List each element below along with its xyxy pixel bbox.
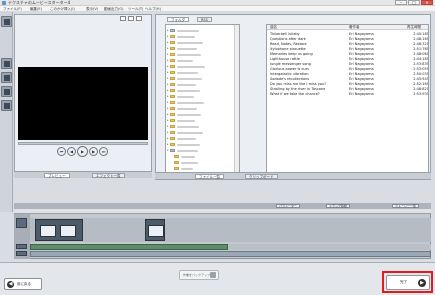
back-arrow-icon: ◀ bbox=[7, 281, 14, 288]
file-list: 曲名 著作者 再生時間 Tinkerbell lullaby Eri Nagaya… bbox=[266, 24, 429, 174]
tab-preview[interactable]: プレビュー bbox=[44, 173, 70, 178]
effects-icon bbox=[4, 61, 10, 67]
skip-forward-icon: ⏭ bbox=[101, 149, 106, 154]
tree-item[interactable]: ▸ bbox=[166, 142, 239, 147]
back-button[interactable]: ◀ 前に戻る bbox=[4, 278, 42, 290]
drag-move-button[interactable]: ドラッグ移動 bbox=[326, 204, 351, 208]
tree-item[interactable]: ▸ bbox=[166, 118, 239, 123]
column-artist[interactable]: 著作者 bbox=[349, 25, 360, 30]
parameter-button[interactable]: パラメーター bbox=[276, 204, 300, 208]
play-icon: ▶ bbox=[80, 149, 85, 154]
rail-edit-button[interactable] bbox=[1, 16, 12, 27]
story-list-button[interactable]: ストーリー一覧 bbox=[392, 204, 420, 208]
minimize-button[interactable]: – bbox=[395, 0, 407, 5]
bgm-track-icon bbox=[16, 251, 27, 256]
tree-item[interactable]: ▸ bbox=[166, 40, 239, 45]
tree-item[interactable]: ▸ bbox=[166, 46, 239, 51]
backup-button-label: 作業をバックアップ bbox=[183, 273, 211, 277]
tree-item[interactable]: ▸ bbox=[166, 76, 239, 81]
rail-transition-button[interactable] bbox=[1, 86, 12, 97]
rail-effects-button[interactable] bbox=[1, 58, 12, 69]
preview-tabs: プレビュー エフェクト一覧 bbox=[14, 171, 152, 178]
clip-thumbnail bbox=[40, 225, 56, 237]
preview-zoom-button[interactable] bbox=[120, 16, 126, 21]
tree-item[interactable]: ▸ bbox=[166, 52, 239, 57]
tree-item[interactable]: ▸ bbox=[166, 130, 239, 135]
tree-item[interactable] bbox=[166, 166, 239, 171]
seek-bar[interactable] bbox=[18, 142, 148, 145]
tree-item[interactable]: ▸ bbox=[166, 34, 239, 39]
tree-item[interactable]: ▸ bbox=[166, 124, 239, 129]
video-clip[interactable] bbox=[35, 219, 83, 241]
skip-forward-button[interactable]: ⏭ bbox=[99, 147, 108, 156]
preview-fit-button[interactable] bbox=[128, 16, 134, 21]
tab-clipboard[interactable]: クリップボード bbox=[245, 174, 278, 179]
tree-item[interactable]: ▸ bbox=[166, 112, 239, 117]
audio-track-empty[interactable] bbox=[228, 244, 431, 250]
tab-rss[interactable]: RSS bbox=[197, 17, 212, 22]
tree-item[interactable]: ▸ bbox=[166, 100, 239, 105]
back-button-label: 前に戻る bbox=[17, 282, 31, 286]
tab-file-list[interactable]: ファイル一覧 bbox=[195, 174, 224, 179]
video-clip[interactable] bbox=[145, 219, 165, 241]
rewind-button[interactable]: ◀ bbox=[67, 147, 76, 156]
play-button[interactable]: ▶ bbox=[77, 146, 88, 157]
tree-item[interactable]: ▸ bbox=[166, 70, 239, 75]
video-preview bbox=[18, 67, 148, 140]
maximize-button[interactable]: □ bbox=[408, 0, 420, 5]
video-track[interactable] bbox=[30, 218, 431, 242]
tree-scrollbar[interactable] bbox=[234, 25, 239, 173]
backup-icon bbox=[210, 272, 216, 278]
film-icon bbox=[4, 19, 10, 25]
tree-item[interactable]: ▸ bbox=[166, 88, 239, 93]
tree-item[interactable]: ▾ bbox=[166, 148, 239, 153]
folder-tree[interactable]: ▸ ▸ ▸ ▸ ▸ ▸ ▸ ▸ ▸ ▸ ▸ ▸ ▸ ▸ ▸ ▸ ▸ ▸ ▸ ▸ … bbox=[165, 24, 240, 174]
browser-top-tabs: フォルダ RSS bbox=[157, 16, 247, 22]
rail-audio-button[interactable] bbox=[1, 100, 12, 111]
close-button[interactable]: ✕ bbox=[421, 0, 433, 5]
column-name[interactable]: 曲名 bbox=[270, 25, 277, 30]
tab-folder[interactable]: フォルダ bbox=[167, 17, 189, 22]
track-headers bbox=[14, 214, 30, 259]
forward-button[interactable]: ▶ bbox=[89, 147, 98, 156]
clip-thumbnail bbox=[148, 225, 164, 237]
audio-track-icon bbox=[16, 244, 27, 249]
tree-item[interactable] bbox=[166, 154, 239, 159]
next-arrow-icon: ▶ bbox=[418, 279, 426, 287]
tree-item[interactable]: ▸ bbox=[166, 82, 239, 87]
rewind-icon: ◀ bbox=[69, 149, 74, 154]
preview-toolbar bbox=[16, 16, 150, 22]
done-button[interactable]: 完了 ▶ bbox=[386, 275, 430, 290]
file-list-header: 曲名 著作者 再生時間 bbox=[267, 25, 428, 30]
audio-clip[interactable] bbox=[30, 244, 228, 250]
tree-item[interactable]: ▸ bbox=[166, 106, 239, 111]
video-track-icon bbox=[16, 218, 27, 228]
tab-effects-list[interactable]: エフェクト一覧 bbox=[92, 173, 125, 178]
file-row[interactable]: What if we take the chance? Eri Nagayama 2… bbox=[267, 92, 428, 97]
column-duration[interactable]: 再生時間 bbox=[407, 25, 421, 30]
app-icon bbox=[2, 1, 6, 5]
tree-item[interactable]: ▸ bbox=[166, 28, 239, 33]
tree-item[interactable] bbox=[166, 160, 239, 165]
audio-icon bbox=[4, 103, 10, 109]
forward-icon: ▶ bbox=[91, 149, 96, 154]
text-icon bbox=[4, 75, 10, 81]
done-button-label: 完了 bbox=[400, 280, 407, 284]
browser-bottom-tabs: ファイル一覧 クリップボード bbox=[155, 172, 431, 179]
skip-back-button[interactable]: ⏮ bbox=[57, 147, 66, 156]
backup-button[interactable]: 作業をバックアップ bbox=[179, 270, 219, 280]
tree-item[interactable]: ▸ bbox=[166, 94, 239, 99]
timeline-ruler[interactable] bbox=[14, 209, 431, 214]
transition-icon bbox=[4, 89, 10, 95]
clip-thumbnail bbox=[60, 225, 76, 237]
preview-fullscreen-button[interactable] bbox=[136, 16, 142, 21]
skip-back-icon: ⏮ bbox=[59, 149, 64, 154]
mode-rail bbox=[0, 12, 13, 212]
bgm-clip[interactable] bbox=[30, 251, 431, 257]
tree-item[interactable]: ▸ bbox=[166, 64, 239, 69]
tree-item[interactable]: ▸ bbox=[166, 58, 239, 63]
tree-item[interactable]: ▸ bbox=[166, 136, 239, 141]
rail-text-button[interactable] bbox=[1, 72, 12, 83]
